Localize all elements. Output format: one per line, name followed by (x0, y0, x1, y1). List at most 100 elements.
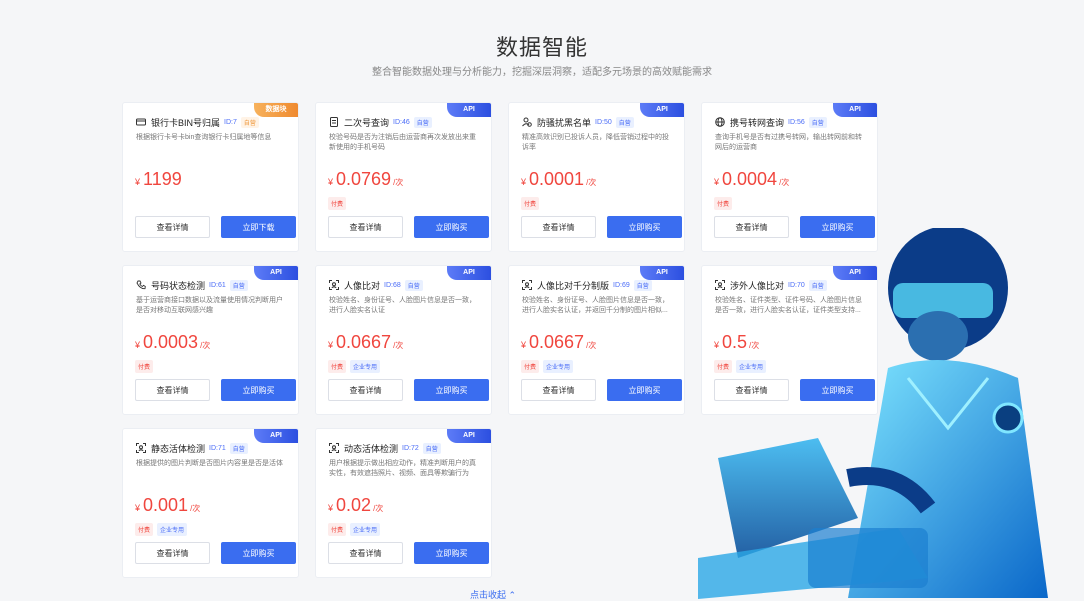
product-id: ID:7 (224, 118, 237, 126)
ribbon-label: API (640, 103, 684, 117)
buy-now-button[interactable]: 立即购买 (607, 216, 682, 238)
price-value: 0.0667 (529, 332, 585, 352)
buy-now-button[interactable]: 立即下载 (221, 216, 296, 238)
product-card[interactable]: API 人像比对 ID:68 自营 校验姓名、身份证号、人脸图片信息是否一致，进行人脸实… (315, 265, 492, 415)
product-price: ¥1199 (135, 169, 184, 190)
product-card[interactable]: API 二次号查询 ID:46 自营 校验号码是否为注销后由运营商再次发放出来重新使用的… (315, 102, 492, 252)
currency-symbol: ¥ (135, 177, 141, 187)
product-description: 根据提供的图片判断是否图片内容里是否是活体 (136, 460, 283, 467)
price-value: 0.0004 (722, 169, 778, 189)
product-name[interactable]: 动态活体检测 (344, 442, 398, 455)
page-subtitle: 整合智能数据处理与分析能力，挖掘深层洞察，适配多元场景的高效赋能需求 (372, 67, 712, 78)
badge-group: 付费 (328, 197, 347, 210)
paid-badge: 付费 (135, 360, 154, 373)
product-name[interactable]: 防骚扰黑名单 (537, 116, 591, 129)
price-unit: /次 (586, 178, 597, 187)
currency-symbol: ¥ (714, 177, 720, 187)
collapse-link[interactable]: 点击收起 ⌃ (470, 588, 516, 601)
product-price: ¥0.02/次 (328, 495, 383, 516)
product-id: ID:71 (209, 444, 226, 452)
paid-badge: 付费 (714, 197, 733, 210)
price-value: 1199 (143, 169, 182, 189)
product-card[interactable]: API 号码状态检测 ID:61 自营 基于运营商接口数据以及流量使用情况判断用户是否对… (122, 265, 299, 415)
product-description: 用户根据提示做出相应动作，精准判断用户的真实性，有效遮挡照片、视频、面具等欺骗行… (329, 460, 476, 477)
product-name[interactable]: 号码状态检测 (151, 279, 205, 292)
badge-group: 付费 企业专用 (135, 523, 188, 536)
badge-group: 付费 企业专用 (521, 360, 574, 373)
price-unit: /次 (586, 341, 597, 350)
product-name[interactable]: 人像比对千分制版 (537, 279, 609, 292)
product-card[interactable]: 数据块 银行卡BIN号归属 ID:7 自营 根据银行卡号卡bin查询银行卡归属地等信息 ¥… (122, 102, 299, 252)
badge-group: 付费 企业专用 (328, 360, 381, 373)
product-description: 校验姓名、身份证号、人脸图片信息是否一致，进行人脸实名认证，并返回千分制的图片相… (522, 297, 669, 314)
face-scan-icon (329, 443, 339, 453)
badge-group: 付费 (135, 360, 154, 373)
price-value: 0.0001 (529, 169, 585, 189)
product-id: ID:61 (209, 281, 226, 289)
enterprise-badge: 企业专用 (157, 523, 188, 536)
currency-symbol: ¥ (135, 340, 141, 350)
currency-symbol: ¥ (521, 340, 527, 350)
view-details-button[interactable]: 查看详情 (135, 542, 210, 564)
enterprise-badge: 企业专用 (350, 360, 381, 373)
view-details-button[interactable]: 查看详情 (135, 379, 210, 401)
self-operated-tag: 自营 (633, 279, 652, 291)
self-operated-tag: 自营 (422, 442, 441, 454)
buy-now-button[interactable]: 立即购买 (414, 542, 489, 564)
price-unit: /次 (779, 178, 790, 187)
self-operated-tag: 自营 (615, 116, 634, 128)
view-details-button[interactable]: 查看详情 (328, 216, 403, 238)
enterprise-badge: 企业专用 (543, 360, 574, 373)
view-details-button[interactable]: 查看详情 (328, 542, 403, 564)
product-name[interactable]: 携号转网查询 (730, 116, 784, 129)
price-unit: /次 (393, 341, 404, 350)
product-price: ¥0.0667/次 (521, 332, 596, 353)
product-price: ¥0.0667/次 (328, 332, 403, 353)
buy-now-button[interactable]: 立即购买 (414, 216, 489, 238)
paid-badge: 付费 (328, 523, 347, 536)
face-scan-icon (522, 280, 532, 290)
view-details-button[interactable]: 查看详情 (521, 216, 596, 238)
product-card[interactable]: API 静态活体检测 ID:71 自营 根据提供的图片判断是否图片内容里是否是活体 ¥0.… (122, 428, 299, 578)
ribbon-label: API (254, 429, 298, 443)
self-operated-tag: 自营 (808, 116, 827, 128)
robot-illustration (698, 228, 1048, 599)
price-unit: /次 (393, 178, 404, 187)
paid-badge: 付费 (521, 360, 540, 373)
product-id: ID:72 (402, 444, 419, 452)
price-value: 0.0769 (336, 169, 392, 189)
product-id: ID:56 (788, 118, 805, 126)
product-price: ¥0.0001/次 (521, 169, 596, 190)
product-name[interactable]: 静态活体检测 (151, 442, 205, 455)
product-name[interactable]: 人像比对 (344, 279, 380, 292)
view-details-button[interactable]: 查看详情 (328, 379, 403, 401)
product-card[interactable]: API 人像比对千分制版 ID:69 自营 校验姓名、身份证号、人脸图片信息是否一致，进… (508, 265, 685, 415)
ribbon-label: API (640, 266, 684, 280)
ribbon-label: API (254, 266, 298, 280)
product-card[interactable]: API 防骚扰黑名单 ID:50 自营 精准高效识别已投诉人员，降低营销过程中的投诉率 ¥… (508, 102, 685, 252)
buy-now-button[interactable]: 立即购买 (414, 379, 489, 401)
ribbon-label: API (447, 103, 491, 117)
product-card[interactable]: API 动态活体检测 ID:72 自营 用户根据提示做出相应动作，精准判断用户的真实性，… (315, 428, 492, 578)
ribbon-label: API (833, 103, 877, 117)
product-id: ID:46 (393, 118, 410, 126)
self-operated-tag: 自营 (240, 116, 259, 128)
view-details-button[interactable]: 查看详情 (521, 379, 596, 401)
product-description: 基于运营商接口数据以及流量使用情况判断用户是否对移动互联网感兴趣 (136, 297, 283, 314)
face-scan-icon (329, 280, 339, 290)
view-details-button[interactable]: 查看详情 (135, 216, 210, 238)
product-name[interactable]: 二次号查询 (344, 116, 389, 129)
buy-now-button[interactable]: 立即购买 (221, 379, 296, 401)
user-block-icon (522, 117, 532, 127)
ribbon-label: 数据块 (254, 103, 298, 117)
badge-group: 付费 (714, 197, 733, 210)
price-value: 0.0667 (336, 332, 392, 352)
self-operated-tag: 自营 (229, 442, 248, 454)
buy-now-button[interactable]: 立即购买 (607, 379, 682, 401)
product-name[interactable]: 银行卡BIN号归属 (151, 116, 220, 129)
paid-badge: 付费 (135, 523, 154, 536)
currency-symbol: ¥ (328, 177, 334, 187)
paid-badge: 付费 (521, 197, 540, 210)
buy-now-button[interactable]: 立即购买 (221, 542, 296, 564)
ribbon-label: API (447, 266, 491, 280)
